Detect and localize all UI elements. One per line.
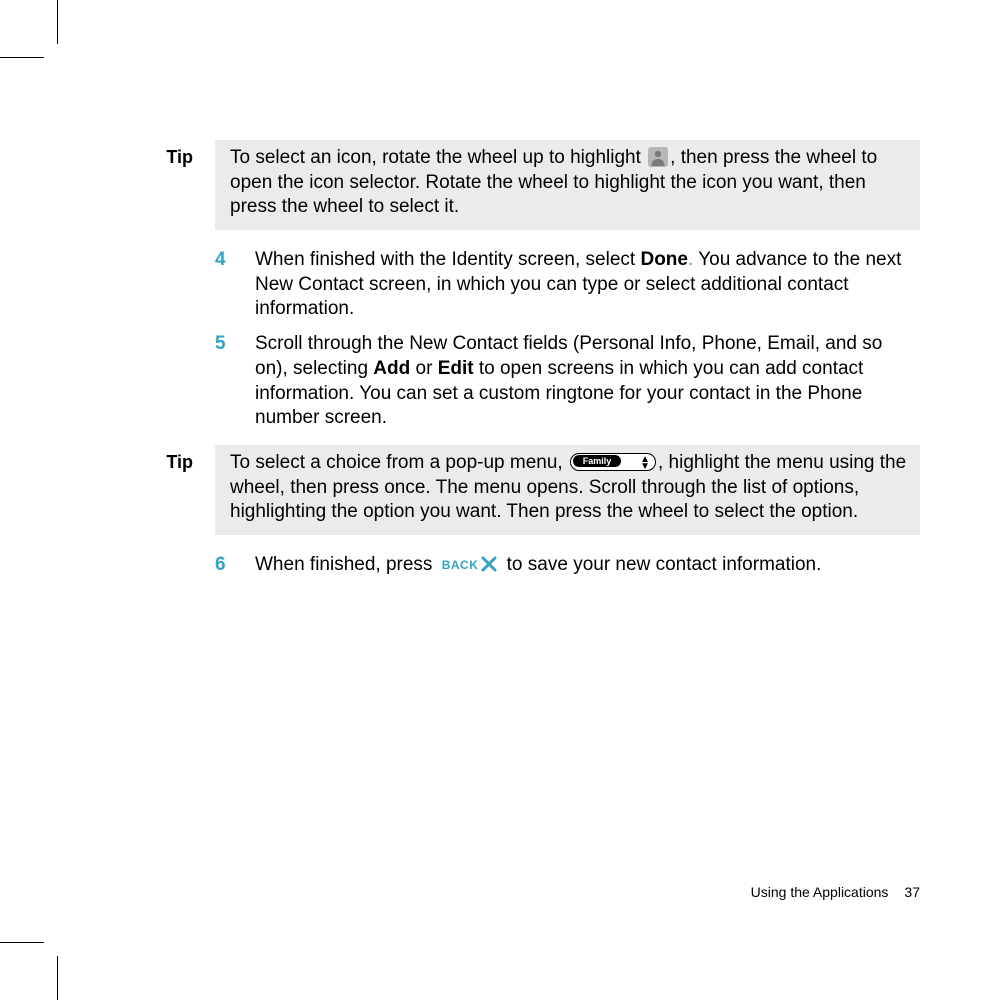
back-label: BACK (442, 558, 479, 572)
step-list: 4 When finished with the Identity screen… (215, 248, 920, 431)
person-icon (647, 146, 669, 168)
step-text: When finished with the Identity screen, … (255, 248, 920, 322)
crop-mark (0, 57, 44, 58)
crop-mark (0, 942, 44, 943)
tip-block: Tip To select an icon, rotate the wheel … (140, 140, 920, 230)
crop-mark (57, 956, 58, 1000)
tip-text: To select an icon, rotate the wheel up t… (230, 147, 646, 168)
step-number: 6 (215, 553, 255, 578)
popup-menu-label: Family (573, 455, 621, 467)
step-number: 4 (215, 248, 255, 273)
step-text: Scroll through the New Contact fields (P… (255, 332, 920, 431)
crop-mark (57, 0, 58, 44)
updown-arrows-icon: ▲▼ (640, 456, 649, 470)
step-item: 5 Scroll through the New Contact fields … (215, 332, 920, 431)
footer-section: Using the Applications (751, 884, 889, 900)
tip-body: To select a choice from a pop-up menu, F… (215, 445, 920, 535)
step-number: 5 (215, 332, 255, 357)
step-item: 6 When finished, press BACK to save your… (215, 553, 920, 578)
popup-menu-icon: Family ▲▼ (570, 453, 656, 471)
ui-label: Done (640, 249, 688, 270)
ui-label: Add (373, 358, 410, 379)
footer-page-number: 37 (904, 884, 920, 900)
tip-body: To select an icon, rotate the wheel up t… (215, 140, 920, 230)
step-text: When finished, press BACK to save your n… (255, 553, 920, 578)
tip-label: Tip (140, 445, 215, 474)
tip-label: Tip (140, 140, 215, 169)
text: to save your new contact information. (501, 554, 821, 575)
step-item: 4 When finished with the Identity screen… (215, 248, 920, 322)
text: When finished, press (255, 554, 438, 575)
ui-label: Edit (438, 358, 474, 379)
text: When finished with the Identity screen, … (255, 249, 640, 270)
tip-block: Tip To select a choice from a pop-up men… (140, 445, 920, 535)
text: or (410, 358, 437, 379)
tip-text: To select a choice from a pop-up menu, (230, 452, 568, 473)
page-footer: Using the Applications 37 (751, 884, 920, 900)
document-page: Tip To select an icon, rotate the wheel … (0, 0, 1000, 1000)
page-content: Tip To select an icon, rotate the wheel … (140, 140, 920, 592)
close-x-icon (481, 555, 497, 571)
step-list: 6 When finished, press BACK to save your… (215, 553, 920, 578)
